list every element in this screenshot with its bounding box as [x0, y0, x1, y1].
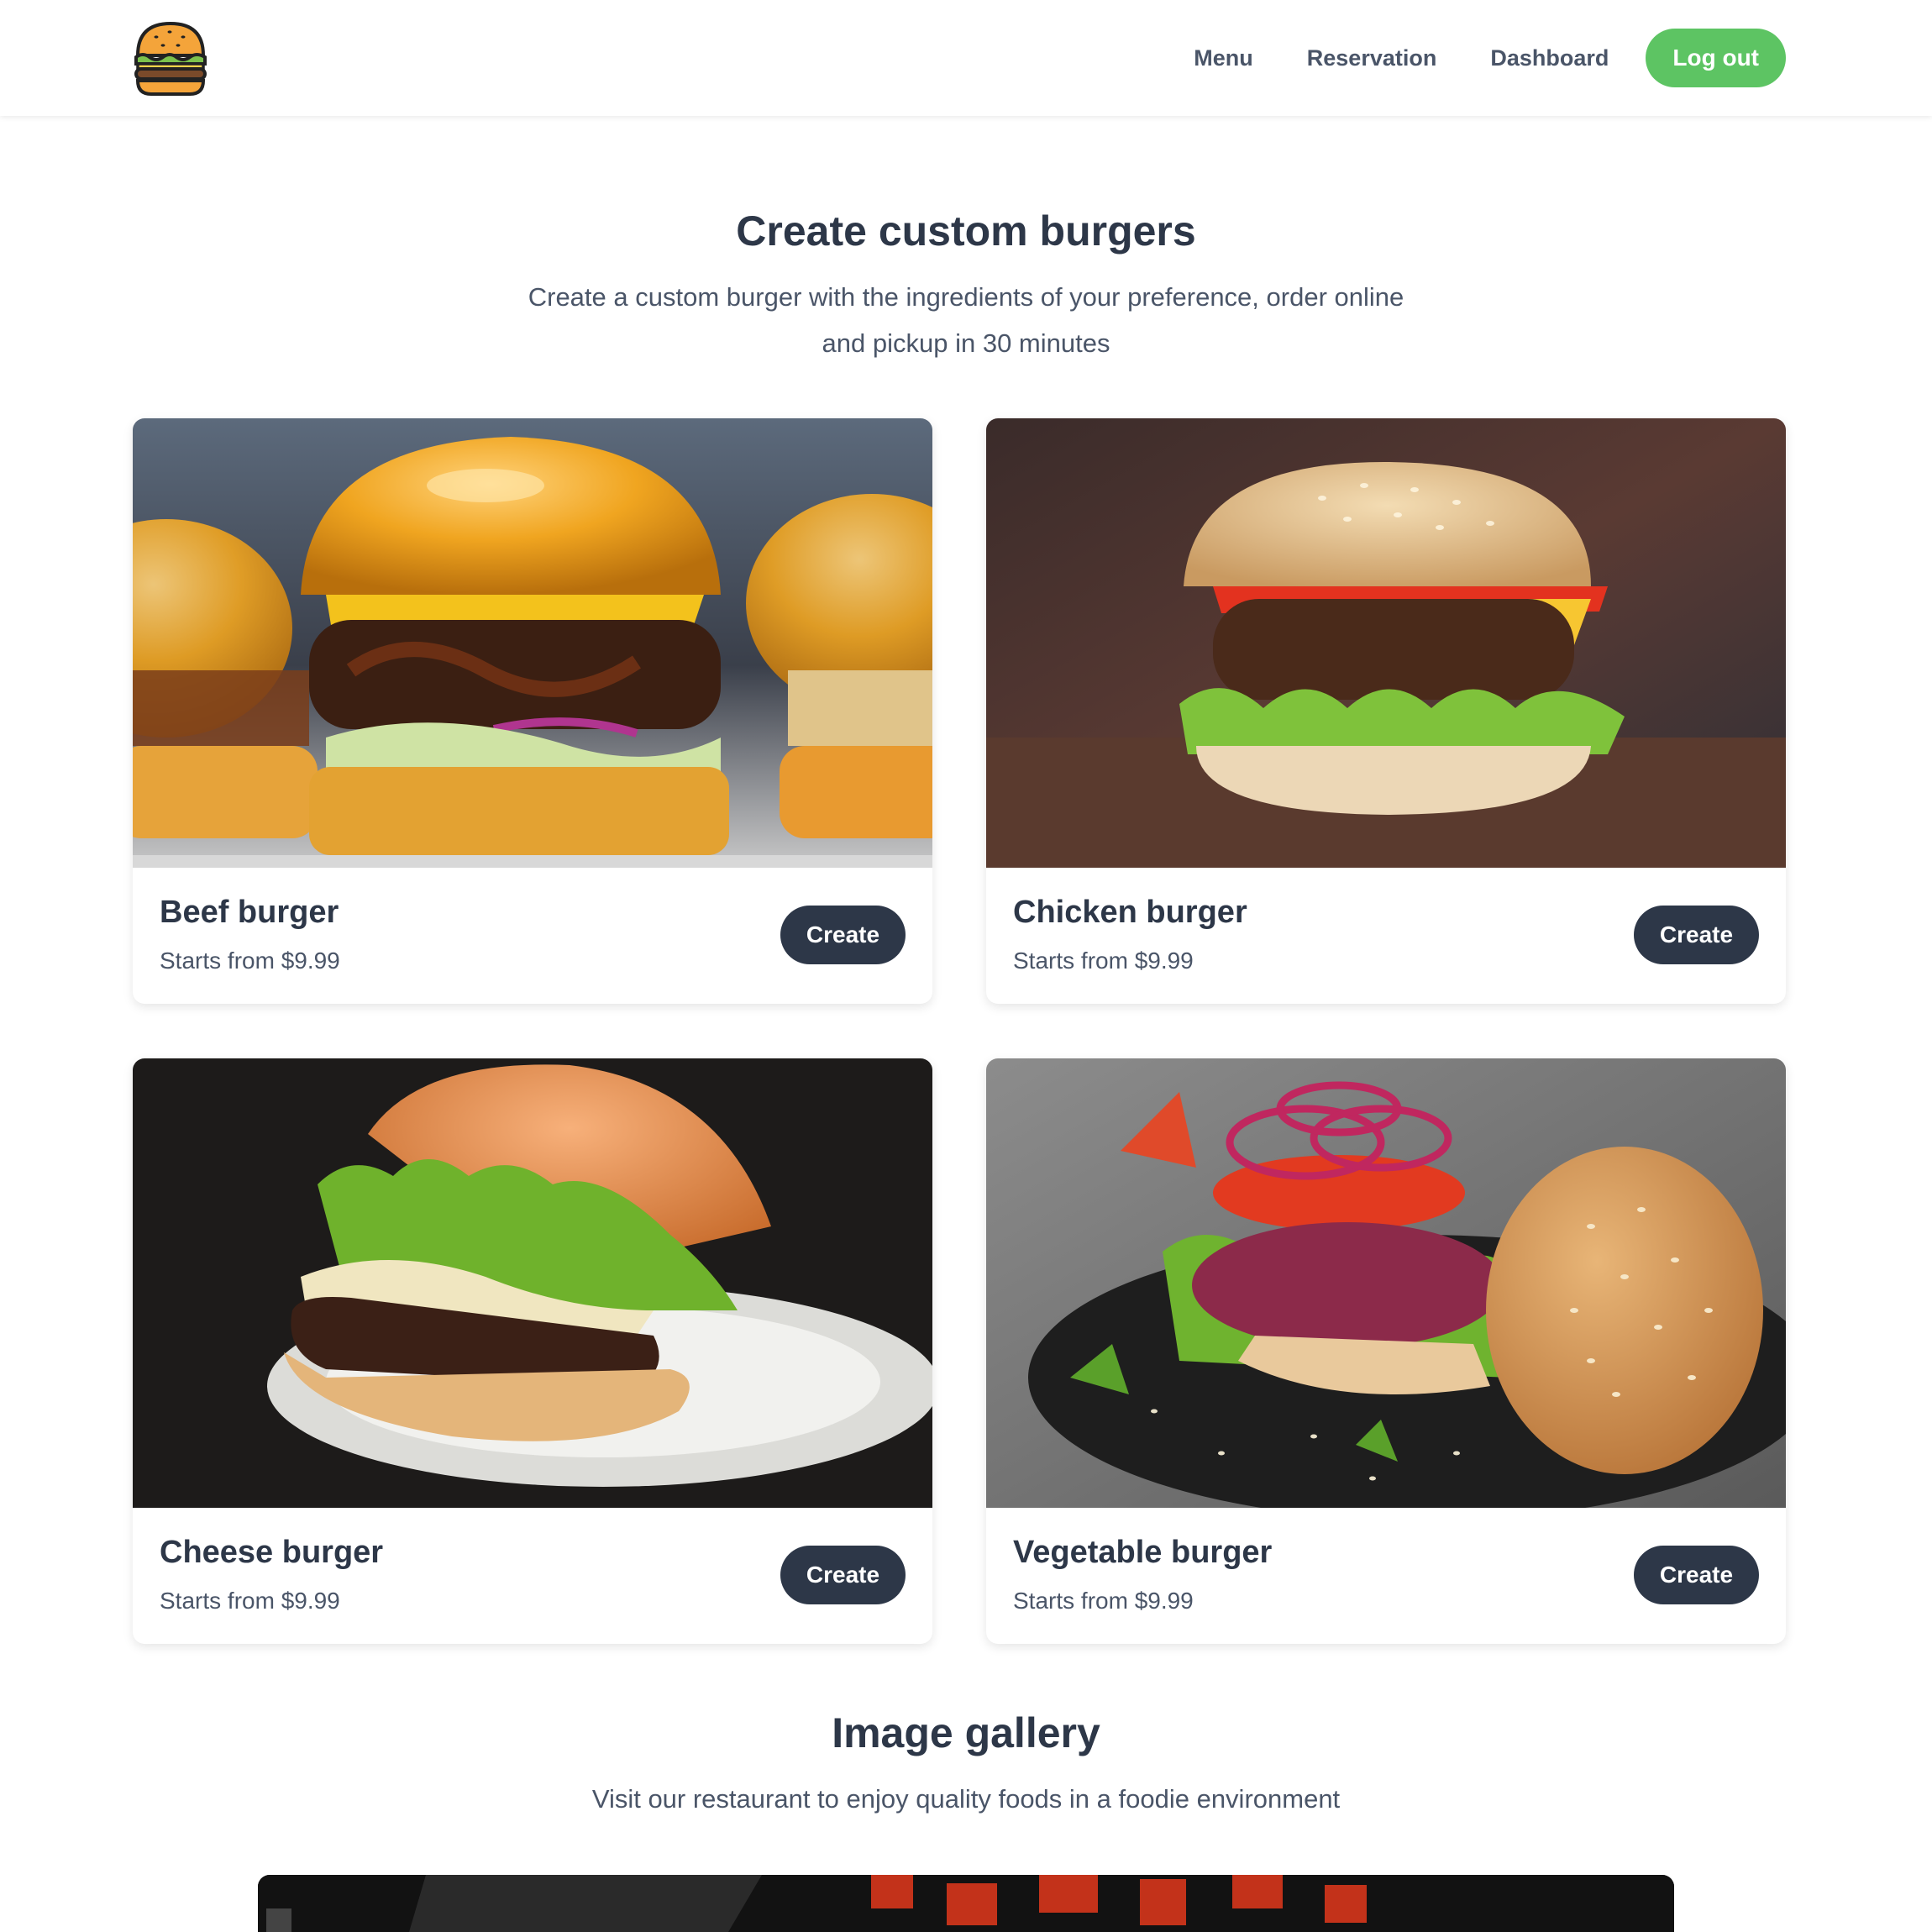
logout-button[interactable]: Log out — [1646, 29, 1786, 87]
nav-dashboard-link[interactable]: Dashboard — [1490, 45, 1609, 71]
create-beef-burger-button[interactable]: Create — [780, 906, 906, 964]
gallery-title: Image gallery — [832, 1709, 1100, 1756]
card-price: Starts from $9.99 — [1013, 1588, 1194, 1614]
main-nav: Menu Reservation Dashboard Log out — [1194, 29, 1786, 87]
card-price: Starts from $9.99 — [1013, 948, 1194, 974]
create-cheese-burger-button[interactable]: Create — [780, 1546, 906, 1604]
card-title: Cheese burger — [160, 1535, 384, 1570]
burger-card-beef: Beef burger Starts from $9.99 Create — [133, 418, 932, 1004]
chicken-burger-photo — [986, 418, 1786, 868]
card-price: Starts from $9.99 — [160, 1588, 340, 1614]
burger-logo-icon[interactable] — [131, 18, 210, 97]
restaurant-interior-photo — [258, 1875, 1674, 1932]
card-title: Chicken burger — [1013, 895, 1247, 930]
page-title: Create custom burgers — [736, 207, 1196, 255]
card-price: Starts from $9.99 — [160, 948, 340, 974]
nav-reservation-link[interactable]: Reservation — [1307, 45, 1437, 71]
card-title: Vegetable burger — [1013, 1535, 1273, 1570]
gallery-subtitle: Visit our restaurant to enjoy quality fo… — [591, 1784, 1341, 1814]
create-vegetable-burger-button[interactable]: Create — [1634, 1546, 1759, 1604]
top-navbar: Menu Reservation Dashboard Log out — [0, 0, 1932, 116]
nav-menu-link[interactable]: Menu — [1194, 45, 1253, 71]
burger-card-vegetable: Vegetable burger Starts from $9.99 Creat… — [986, 1058, 1786, 1644]
cheese-burger-photo — [133, 1058, 932, 1508]
vegetable-burger-photo — [986, 1058, 1786, 1508]
card-title: Beef burger — [160, 895, 339, 930]
create-chicken-burger-button[interactable]: Create — [1634, 906, 1759, 964]
burger-card-cheese: Cheese burger Starts from $9.99 Create — [133, 1058, 932, 1644]
beef-burger-photo — [133, 418, 932, 868]
page-subtitle: Create a custom burger with the ingredie… — [528, 282, 1404, 358]
burger-card-chicken: Chicken burger Starts from $9.99 Create — [986, 418, 1786, 1004]
